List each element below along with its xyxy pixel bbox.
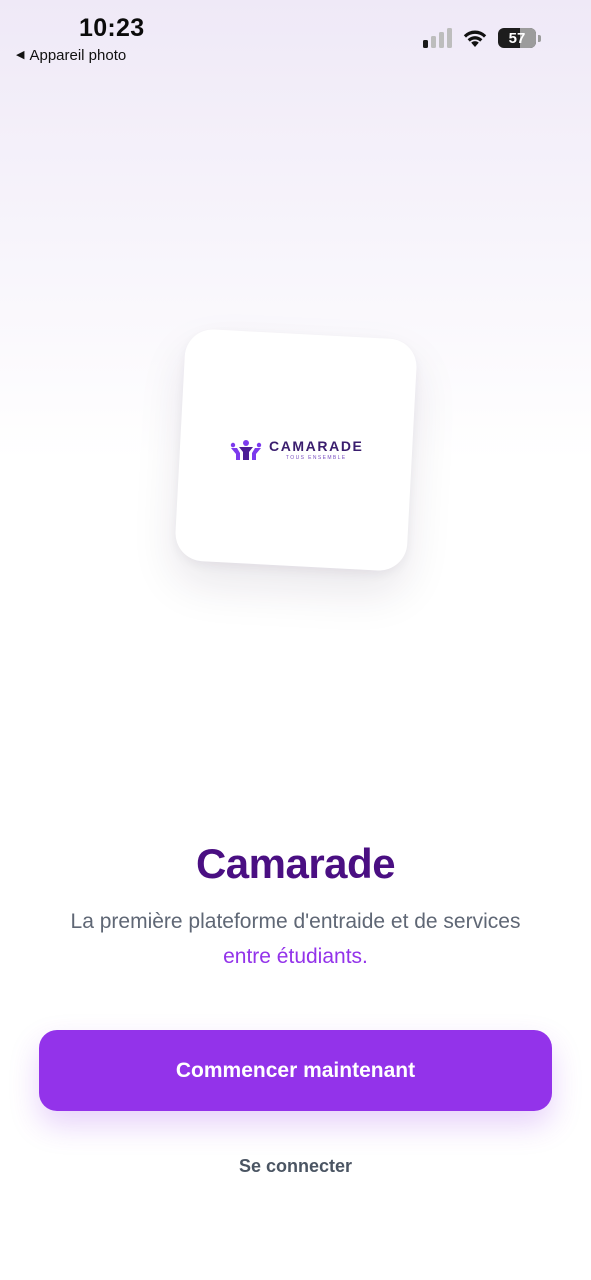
start-now-button[interactable]: Commencer maintenant [39, 1030, 552, 1111]
wifi-icon [463, 30, 487, 47]
status-time: 10:23 [79, 14, 145, 42]
tagline-main: La première plateforme d'entraide et de … [70, 910, 521, 933]
camarade-logo-icon [230, 440, 261, 460]
brand-text: CAMARADE TOUS ENSEMBLE [268, 438, 364, 461]
brand-tagline: TOUS ENSEMBLE [285, 455, 347, 461]
app-logo-card: CAMARADE TOUS ENSEMBLE [174, 328, 418, 572]
battery-level: 57 [508, 29, 526, 47]
app-tagline: La première plateforme d'entraide et de … [30, 904, 561, 974]
app-title: Camarade [195, 840, 396, 887]
brand-name: CAMARADE [268, 438, 364, 454]
status-bar: 10:23 ◀ Appareil photo 57 [0, 0, 591, 72]
back-arrow-icon: ◀ [16, 49, 25, 61]
camarade-logo: CAMARADE TOUS ENSEMBLE [229, 438, 364, 461]
tagline-accent: entre étudiants. [223, 945, 368, 968]
battery-icon: 57 [498, 28, 536, 48]
battery-tip [538, 34, 541, 42]
cellular-signal-icon [423, 28, 452, 48]
back-to-app-button[interactable]: ◀ Appareil photo [16, 47, 126, 64]
status-indicators: 57 [423, 28, 541, 48]
back-app-label: Appareil photo [29, 47, 127, 64]
login-link[interactable]: Se connecter [0, 1156, 591, 1177]
